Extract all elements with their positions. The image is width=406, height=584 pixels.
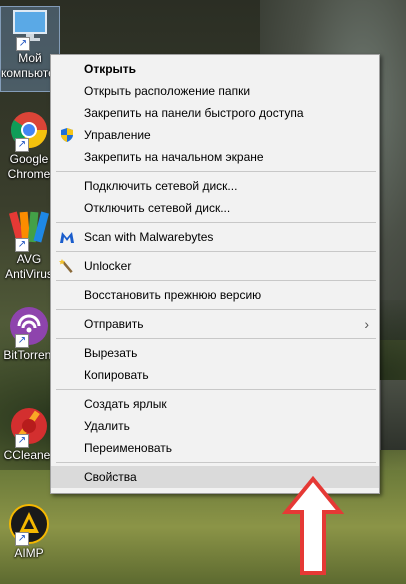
malwarebytes-icon — [59, 229, 75, 245]
menu-item-label: Unlocker — [84, 259, 132, 273]
menu-item-unlocker[interactable]: Unlocker — [51, 255, 379, 277]
shortcut-arrow-icon: ↗ — [16, 37, 30, 51]
menu-separator — [56, 462, 376, 463]
computer-icon: ↗ — [8, 7, 52, 51]
menu-item-manage[interactable]: Управление — [51, 124, 379, 146]
shortcut-arrow-icon: ↗ — [15, 434, 29, 448]
menu-separator — [56, 280, 376, 281]
menu-item-send-to[interactable]: Отправить › — [51, 313, 379, 335]
chevron-right-icon: › — [364, 316, 369, 332]
red-up-arrow-icon — [281, 475, 345, 576]
menu-item-create-shortcut[interactable]: Создать ярлык — [51, 393, 379, 415]
aimp-icon: ↗ — [7, 502, 51, 546]
chrome-icon: ↗ — [7, 108, 51, 152]
context-menu: Открыть Открыть расположение папки Закре… — [50, 54, 380, 494]
menu-item-cut[interactable]: Вырезать — [51, 342, 379, 364]
menu-separator — [56, 309, 376, 310]
menu-item-restore-previous[interactable]: Восстановить прежнюю версию — [51, 284, 379, 306]
shortcut-arrow-icon: ↗ — [15, 532, 29, 546]
shortcut-arrow-icon: ↗ — [15, 238, 29, 252]
menu-item-open[interactable]: Открыть — [51, 58, 379, 80]
menu-item-copy[interactable]: Копировать — [51, 364, 379, 386]
magic-wand-icon — [59, 258, 75, 274]
bittorrent-icon: ↗ — [7, 304, 51, 348]
shield-icon — [59, 127, 75, 143]
menu-item-delete[interactable]: Удалить — [51, 415, 379, 437]
menu-item-malwarebytes[interactable]: Scan with Malwarebytes — [51, 226, 379, 248]
menu-separator — [56, 171, 376, 172]
menu-separator — [56, 389, 376, 390]
icon-label: AIMP — [14, 546, 44, 560]
menu-separator — [56, 222, 376, 223]
menu-item-disconnect-drive[interactable]: Отключить сетевой диск... — [51, 197, 379, 219]
menu-item-label: Scan with Malwarebytes — [84, 230, 214, 244]
menu-item-pin-start[interactable]: Закрепить на начальном экране — [51, 146, 379, 168]
menu-item-pin-quick-access[interactable]: Закрепить на панели быстрого доступа — [51, 102, 379, 124]
menu-item-rename[interactable]: Переименовать — [51, 437, 379, 459]
shortcut-arrow-icon: ↗ — [15, 138, 29, 152]
train-image — [380, 380, 406, 450]
menu-item-open-location[interactable]: Открыть расположение папки — [51, 80, 379, 102]
menu-item-map-drive[interactable]: Подключить сетевой диск... — [51, 175, 379, 197]
menu-item-label: Управление — [84, 128, 151, 142]
menu-separator — [56, 251, 376, 252]
menu-separator — [56, 338, 376, 339]
desktop-icon-aimp[interactable]: ↗ AIMP — [0, 502, 58, 561]
shortcut-arrow-icon: ↗ — [15, 334, 29, 348]
ccleaner-icon: ↗ — [7, 404, 51, 448]
avg-icon: ↗ — [7, 208, 51, 252]
menu-item-label: Отправить — [84, 317, 144, 331]
